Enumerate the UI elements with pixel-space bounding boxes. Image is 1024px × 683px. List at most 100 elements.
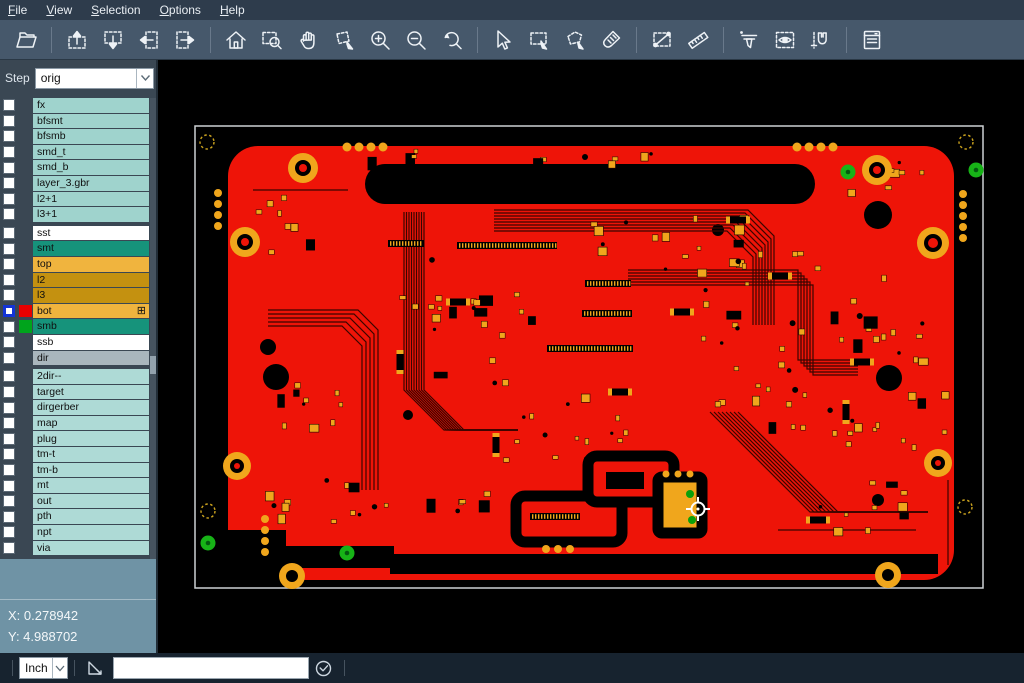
layer-label[interactable]: bot⊞: [33, 304, 149, 319]
grid-icon[interactable]: ⊞: [137, 306, 146, 316]
select-cursor-button[interactable]: [485, 24, 521, 56]
layer-label[interactable]: tm-t: [33, 447, 149, 462]
layer-checkbox[interactable]: [3, 289, 15, 301]
layer-label[interactable]: map: [33, 416, 149, 431]
select-polygon-button[interactable]: [557, 24, 593, 56]
layer-label[interactable]: smd_t: [33, 145, 149, 160]
zoom-in-button[interactable]: [362, 24, 398, 56]
shift-right-button[interactable]: [167, 24, 203, 56]
unit-select[interactable]: Inch: [19, 657, 68, 679]
layer-label[interactable]: top: [33, 257, 149, 272]
layer-label[interactable]: via: [33, 541, 149, 556]
menu-view[interactable]: View: [46, 3, 83, 17]
refresh-button[interactable]: [314, 659, 333, 678]
chevron-down-icon[interactable]: [136, 69, 153, 88]
measure-ruler-button[interactable]: [680, 24, 716, 56]
shift-up-button[interactable]: [59, 24, 95, 56]
menu-help[interactable]: Help: [220, 3, 256, 17]
layer-checkbox[interactable]: [3, 162, 15, 174]
zoom-previous-button[interactable]: [434, 24, 470, 56]
layer-color-swatch[interactable]: [19, 320, 32, 333]
layer-checkbox[interactable]: [3, 130, 15, 142]
filter-button[interactable]: [731, 24, 767, 56]
layer-label[interactable]: l2: [33, 273, 149, 288]
layer-checkbox[interactable]: [3, 417, 15, 429]
layer-checkbox[interactable]: [3, 305, 15, 317]
layer-checkbox[interactable]: [3, 495, 15, 507]
layer-row: bfsmt: [0, 114, 149, 129]
layer-label[interactable]: npt: [33, 525, 149, 540]
layer-checkbox[interactable]: [3, 274, 15, 286]
layer-label[interactable]: smd_b: [33, 160, 149, 175]
layer-label[interactable]: fx: [33, 98, 149, 113]
select-rect-button[interactable]: [521, 24, 557, 56]
layer-checkbox[interactable]: [3, 526, 15, 538]
command-input[interactable]: [113, 657, 309, 679]
layer-label[interactable]: l3+1: [33, 207, 149, 222]
layer-checkbox[interactable]: [3, 115, 15, 127]
layer-checkbox[interactable]: [3, 227, 15, 239]
highlight-view-button[interactable]: [767, 24, 803, 56]
layer-label[interactable]: sst: [33, 226, 149, 241]
snap-magnet-button[interactable]: [803, 24, 839, 56]
layer-checkbox[interactable]: [3, 370, 15, 382]
layer-checkbox[interactable]: [3, 321, 15, 333]
layer-checkbox[interactable]: [3, 177, 15, 189]
layer-label[interactable]: l2+1: [33, 192, 149, 207]
menu-selection[interactable]: Selection: [91, 3, 151, 17]
layer-checkbox[interactable]: [3, 243, 15, 255]
layer-checkbox[interactable]: [3, 542, 15, 554]
layer-label[interactable]: pth: [33, 509, 149, 524]
angle-measure-button[interactable]: [86, 659, 106, 677]
menu-file[interactable]: File: [8, 3, 38, 17]
home-view-button[interactable]: [218, 24, 254, 56]
layer-checkbox[interactable]: [3, 193, 15, 205]
layer-label[interactable]: dir: [33, 351, 149, 366]
layer-color-swatch: [19, 464, 32, 477]
pcb-canvas[interactable]: [158, 60, 1024, 653]
layer-label[interactable]: bfsmt: [33, 114, 149, 129]
layer-label[interactable]: ssb: [33, 335, 149, 350]
zoom-window-button[interactable]: [254, 24, 290, 56]
chevron-down-icon[interactable]: [52, 658, 67, 678]
layer-checkbox[interactable]: [3, 99, 15, 111]
layer-label[interactable]: tm-b: [33, 463, 149, 478]
layer-label[interactable]: smt: [33, 241, 149, 256]
pan-hand-button[interactable]: [290, 24, 326, 56]
layer-checkbox[interactable]: [3, 433, 15, 445]
layer-label[interactable]: out: [33, 494, 149, 509]
layer-label[interactable]: layer_3.gbr: [33, 176, 149, 191]
layer-label[interactable]: dirgerber: [33, 400, 149, 415]
layer-label[interactable]: mt: [33, 478, 149, 493]
layer-label[interactable]: smb: [33, 319, 149, 334]
step-select[interactable]: orig: [35, 68, 154, 89]
layer-checkbox[interactable]: [3, 480, 15, 492]
layer-checkbox[interactable]: [3, 258, 15, 270]
scrollbar-thumb[interactable]: [150, 356, 156, 374]
clear-brush-button[interactable]: [593, 24, 629, 56]
layer-color-swatch[interactable]: [19, 305, 32, 318]
layer-checkbox[interactable]: [3, 208, 15, 220]
layers-panel-button[interactable]: [854, 24, 890, 56]
measure-point-button[interactable]: [644, 24, 680, 56]
layer-label[interactable]: plug: [33, 431, 149, 446]
layer-checkbox[interactable]: [3, 352, 15, 364]
layer-checkbox[interactable]: [3, 402, 15, 414]
layer-checkbox[interactable]: [3, 464, 15, 476]
layer-checkbox[interactable]: [3, 336, 15, 348]
layer-label[interactable]: l3: [33, 288, 149, 303]
shift-left-button[interactable]: [131, 24, 167, 56]
layer-label[interactable]: 2dir--: [33, 369, 149, 384]
zoom-out-button[interactable]: [398, 24, 434, 56]
layer-label[interactable]: target: [33, 385, 149, 400]
layer-checkbox[interactable]: [3, 146, 15, 158]
menu-options[interactable]: Options: [160, 3, 212, 17]
open-file-button[interactable]: [8, 24, 44, 56]
layer-list-scrollbar[interactable]: [150, 98, 156, 559]
shift-down-button[interactable]: [95, 24, 131, 56]
layer-checkbox[interactable]: [3, 511, 15, 523]
layer-checkbox[interactable]: [3, 448, 15, 460]
layer-checkbox[interactable]: [3, 386, 15, 398]
zoom-object-button[interactable]: [326, 24, 362, 56]
layer-label[interactable]: bfsmb: [33, 129, 149, 144]
